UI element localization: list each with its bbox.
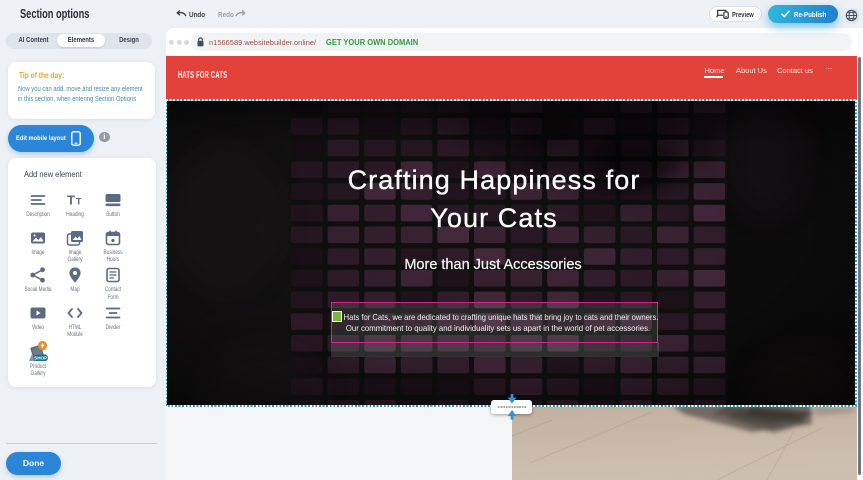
svg-text:T: T [76,196,82,206]
svg-text:T: T [67,192,75,207]
svg-text:SHOP: SHOP [34,355,47,360]
